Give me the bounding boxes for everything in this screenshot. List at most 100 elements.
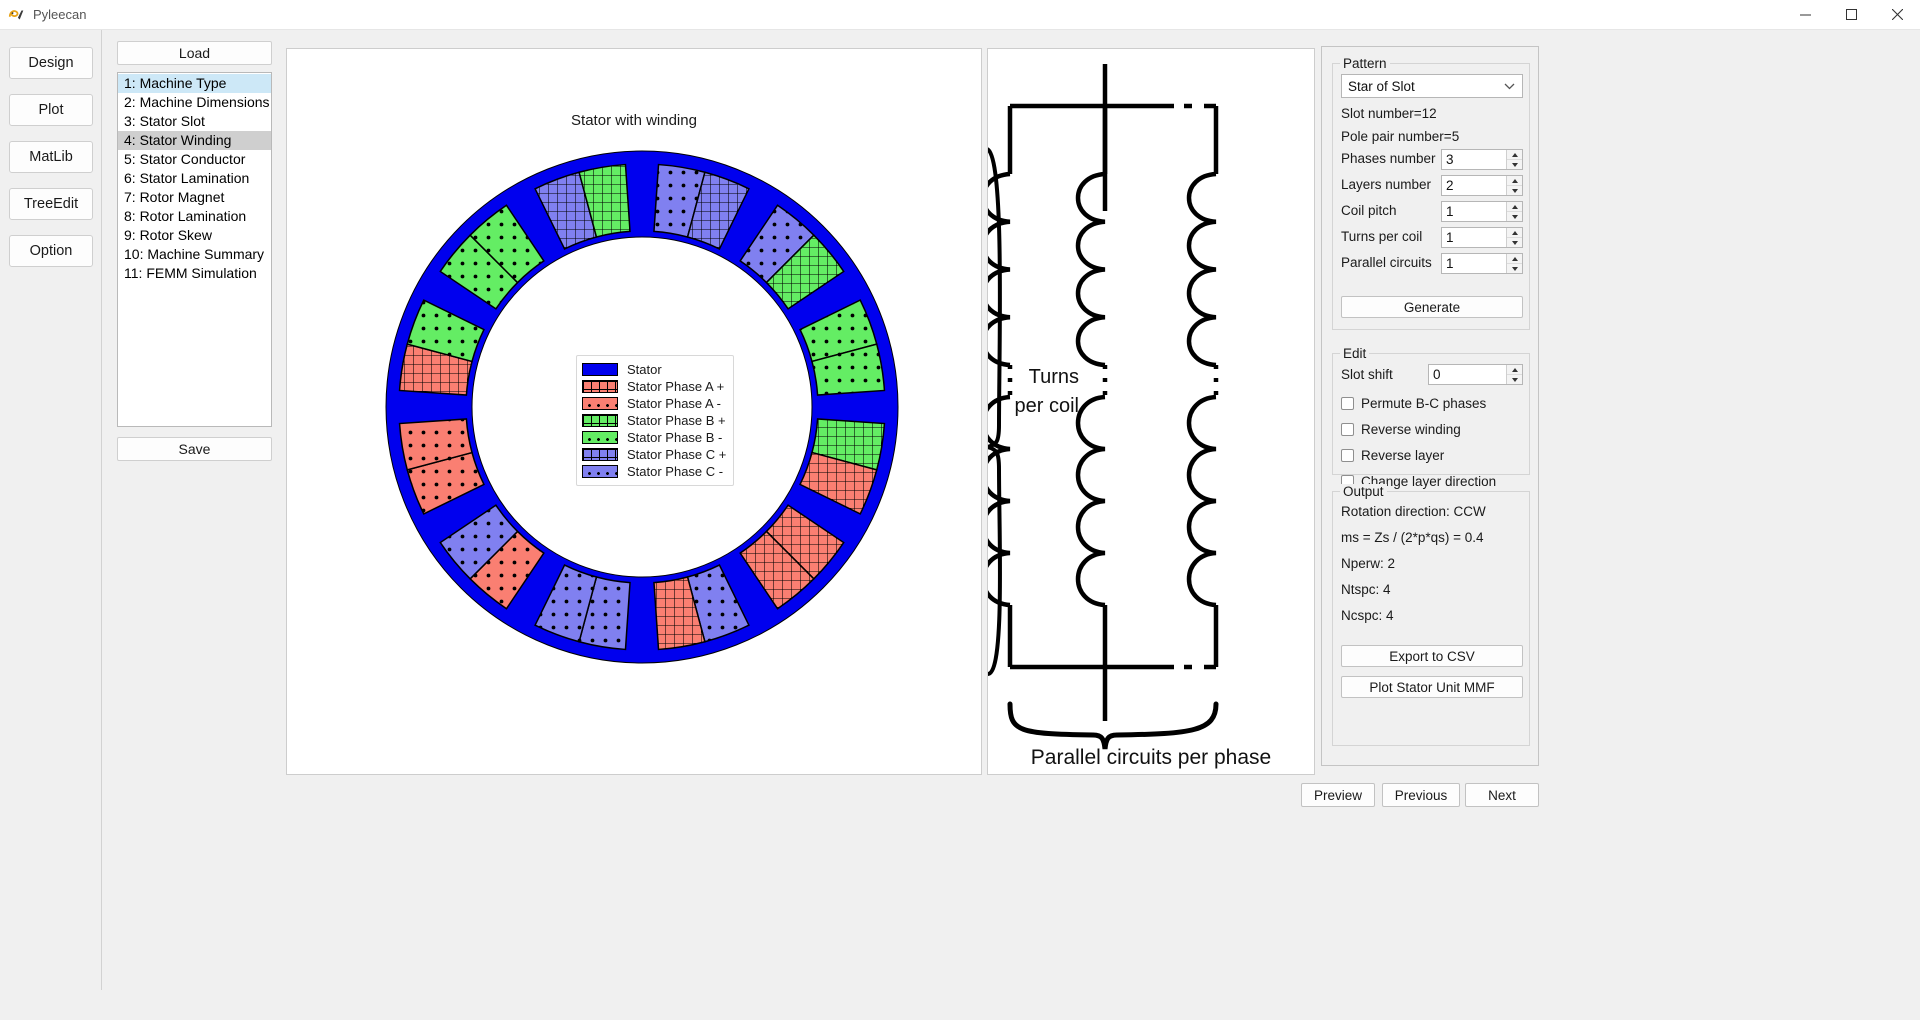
edit-checkbox-list: Permute B-C phases Reverse winding Reverse… xyxy=(1341,394,1496,498)
legend-swatch xyxy=(582,380,618,393)
step-list-item[interactable]: 9: Rotor Skew xyxy=(118,226,271,245)
caret-up-icon xyxy=(1511,367,1518,372)
nav-button-treeedit[interactable]: TreeEdit xyxy=(9,188,93,220)
pattern-field-label: Layers number xyxy=(1341,177,1432,192)
caret-down-icon xyxy=(1511,266,1518,271)
winding-type-select[interactable]: Star of Slot xyxy=(1341,74,1523,98)
close-icon xyxy=(1891,9,1903,20)
pattern-group: Pattern Star of Slot Slot number=12 Pole… xyxy=(1332,56,1530,330)
step-list-item[interactable]: 11: FEMM Simulation xyxy=(118,264,271,283)
legend-label: Stator Phase B + xyxy=(627,413,726,428)
caret-up-icon xyxy=(1511,204,1518,209)
close-button[interactable] xyxy=(1874,0,1920,30)
legend-label: Stator Phase C + xyxy=(627,447,727,462)
pattern-field-spin-buttons xyxy=(1506,176,1522,195)
load-button[interactable]: Load xyxy=(117,41,272,65)
maximize-button[interactable] xyxy=(1828,0,1874,30)
caret-up-icon xyxy=(1511,152,1518,157)
pattern-field-spin-buttons xyxy=(1506,202,1522,221)
nav-button-option[interactable]: Option xyxy=(9,235,93,267)
winding-diagram-panel[interactable]: Turns per coil Parallel circuits per pha… xyxy=(980,48,1315,775)
step-list-item[interactable]: 3: Stator Slot xyxy=(118,112,271,131)
step-list-item[interactable]: 2: Machine Dimensions xyxy=(118,93,271,112)
nav-button-plot[interactable]: Plot xyxy=(9,94,93,126)
checkbox-icon[interactable] xyxy=(1341,448,1354,462)
step-list[interactable]: 1: Machine Type 2: Machine Dimensions 3: S… xyxy=(117,72,272,427)
generate-button[interactable]: Generate xyxy=(1341,296,1523,318)
checkbox-icon[interactable] xyxy=(1341,422,1354,436)
legend-row: Stator Phase A - xyxy=(582,395,726,412)
slot-number-text: Slot number=12 xyxy=(1341,106,1437,121)
slot-shift-decrement-button[interactable] xyxy=(1507,374,1522,384)
pattern-field-decrement-button[interactable] xyxy=(1507,237,1522,247)
legend-swatch xyxy=(582,397,618,410)
stator-plot-title: Stator with winding xyxy=(571,112,697,129)
pattern-field-stepper[interactable] xyxy=(1441,253,1523,274)
pattern-field-stepper[interactable] xyxy=(1441,227,1523,248)
nav-button-matlib[interactable]: MatLib xyxy=(9,141,93,173)
turns-per-coil-label-line2: per coil xyxy=(1014,395,1079,417)
previous-button[interactable]: Previous xyxy=(1382,783,1460,807)
legend-label: Stator Phase A - xyxy=(627,396,721,411)
step-list-item[interactable]: 5: Stator Conductor xyxy=(118,150,271,169)
plot-stator-unit-mmf-button[interactable]: Plot Stator Unit MMF xyxy=(1341,676,1523,698)
pattern-field-label: Phases number xyxy=(1341,151,1436,166)
pattern-field-increment-button[interactable] xyxy=(1507,176,1522,185)
pattern-field-decrement-button[interactable] xyxy=(1507,185,1522,195)
caret-up-icon xyxy=(1511,256,1518,261)
slot-shift-stepper[interactable] xyxy=(1428,364,1523,385)
pattern-field-increment-button[interactable] xyxy=(1507,202,1522,211)
step-list-item[interactable]: 1: Machine Type xyxy=(118,74,271,93)
output-text-list: Rotation direction: CCW ms = Zs / (2*p*qs… xyxy=(1341,501,1486,631)
pole-pair-number-text: Pole pair number=5 xyxy=(1341,129,1460,144)
output-line: Ntspc: 4 xyxy=(1341,582,1391,597)
pattern-field-stepper[interactable] xyxy=(1441,175,1523,196)
checkbox-icon[interactable] xyxy=(1341,396,1354,410)
title-bar: Pyleecan xyxy=(0,0,1920,30)
step-list-item[interactable]: 4: Stator Winding xyxy=(118,131,271,150)
preview-button[interactable]: Preview xyxy=(1301,783,1375,807)
pattern-field-increment-button[interactable] xyxy=(1507,150,1522,159)
coil-symbol xyxy=(1186,171,1217,368)
edit-checkbox-row[interactable]: Reverse winding xyxy=(1341,420,1496,438)
caret-down-icon xyxy=(1511,240,1518,245)
minimize-button[interactable] xyxy=(1782,0,1828,30)
step-list-item[interactable]: 10: Machine Summary xyxy=(118,245,271,264)
pattern-field-decrement-button[interactable] xyxy=(1507,211,1522,221)
legend-swatch xyxy=(582,465,618,478)
pattern-field-spin-buttons xyxy=(1506,150,1522,169)
legend-swatch xyxy=(582,448,618,461)
edit-group: Edit Slot shift Permute B-C phases Revers… xyxy=(1332,346,1530,489)
caret-down-icon xyxy=(1511,377,1518,382)
pattern-field-increment-button[interactable] xyxy=(1507,228,1522,237)
slot-shift-increment-button[interactable] xyxy=(1507,365,1522,374)
pattern-field-increment-button[interactable] xyxy=(1507,254,1522,263)
step-list-item[interactable]: 7: Rotor Magnet xyxy=(118,188,271,207)
legend-row: Stator Phase B + xyxy=(582,412,726,429)
pattern-field-decrement-button[interactable] xyxy=(1507,159,1522,169)
nav-button-design[interactable]: Design xyxy=(9,47,93,79)
legend-row: Stator Phase C - xyxy=(582,463,726,480)
window-title: Pyleecan xyxy=(33,7,87,22)
next-button[interactable]: Next xyxy=(1465,783,1539,807)
pattern-field-label: Parallel circuits xyxy=(1341,255,1432,270)
caret-up-icon xyxy=(1511,178,1518,183)
export-csv-button[interactable]: Export to CSV xyxy=(1341,645,1523,667)
pattern-field-decrement-button[interactable] xyxy=(1507,263,1522,273)
coil-symbol xyxy=(1075,394,1106,608)
step-list-item[interactable]: 8: Rotor Lamination xyxy=(118,207,271,226)
pattern-group-label: Pattern xyxy=(1340,56,1390,71)
legend-row: Stator Phase C + xyxy=(582,446,726,463)
save-button[interactable]: Save xyxy=(117,437,272,461)
stator-plot-panel[interactable]: Stator with winding Stator Stator Phase … xyxy=(286,48,982,775)
edit-checkbox-row[interactable]: Permute B-C phases xyxy=(1341,394,1496,412)
pattern-field-stepper[interactable] xyxy=(1441,201,1523,222)
pattern-field-stepper[interactable] xyxy=(1441,149,1523,170)
legend-label: Stator Phase C - xyxy=(627,464,724,479)
pattern-field-label: Turns per coil xyxy=(1341,229,1423,244)
chevron-down-icon xyxy=(1504,83,1515,90)
step-list-item[interactable]: 6: Stator Lamination xyxy=(118,169,271,188)
legend-row: Stator Phase B - xyxy=(582,429,726,446)
edit-checkbox-row[interactable]: Reverse layer xyxy=(1341,446,1496,464)
legend-label: Stator Phase B - xyxy=(627,430,723,445)
